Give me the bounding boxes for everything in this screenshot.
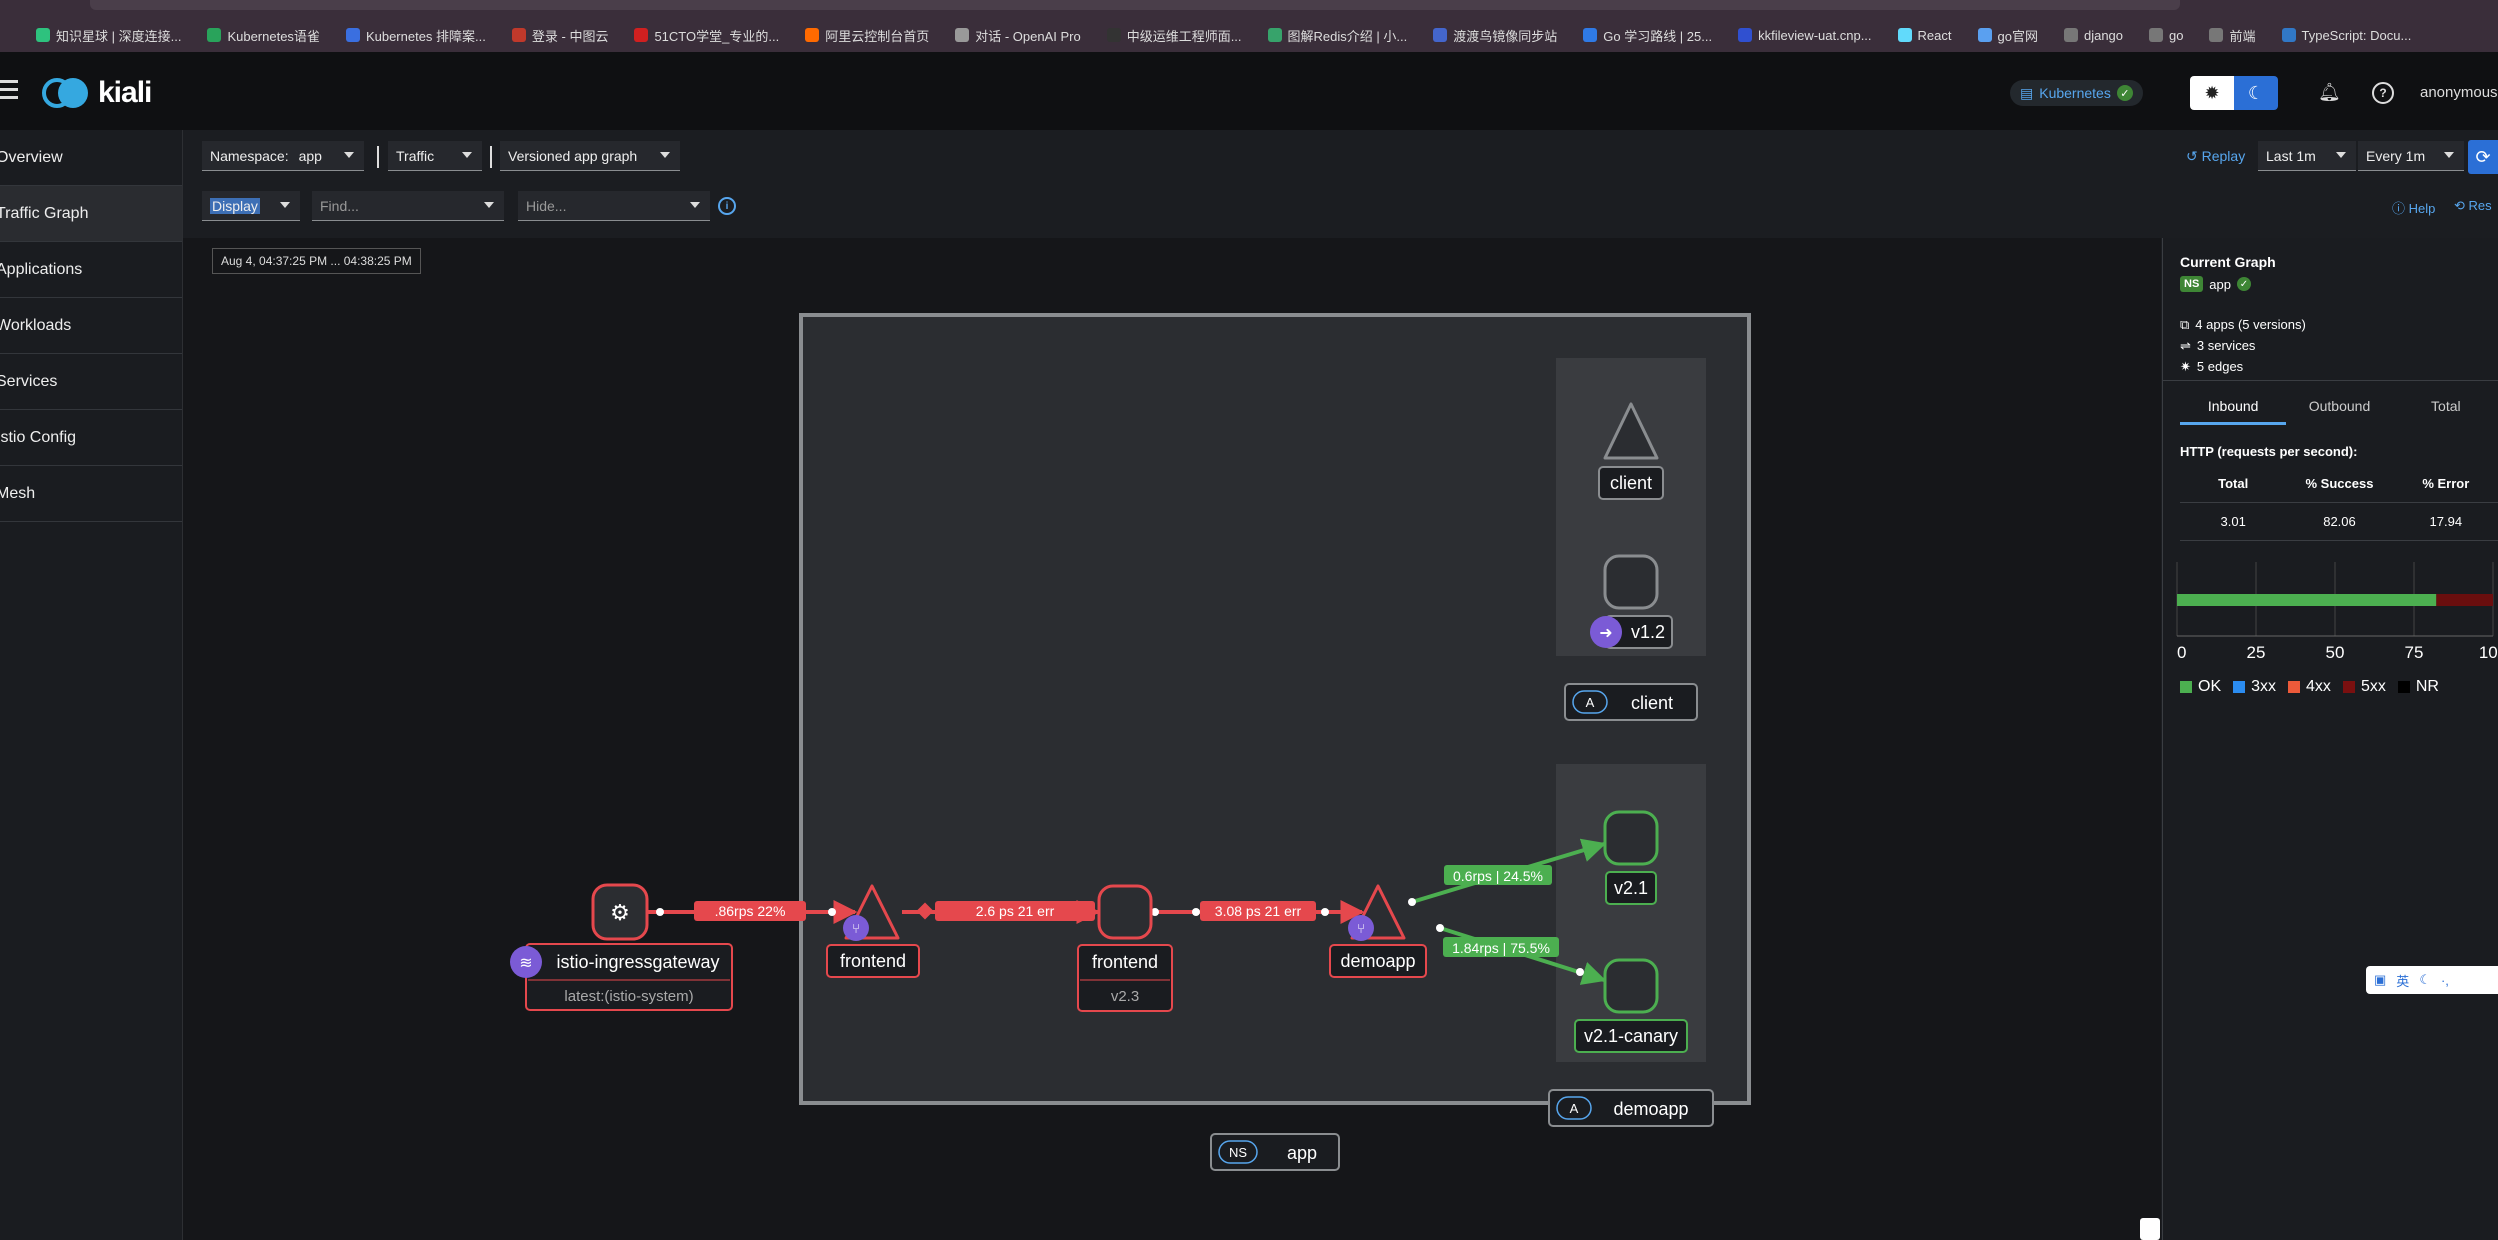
tab-total[interactable]: Total	[2393, 390, 2498, 425]
stat-text: 5 edges	[2196, 359, 2244, 374]
ime-toolbar[interactable]: ▣ 英 ☾ ·,	[2366, 966, 2498, 994]
table-cell: 3.01	[2220, 514, 2246, 529]
bar-5xx	[2436, 594, 2493, 606]
ns-badge: NS	[1229, 1145, 1247, 1160]
edge-label: 0.6rps | 24.5%	[1453, 868, 1543, 884]
node-name: frontend	[1092, 952, 1158, 972]
axis-tick-label: 75	[2405, 643, 2424, 662]
chart-legend: OK 3xx 4xx 5xx NR	[2180, 678, 2439, 696]
node-name: v1.2	[1631, 622, 1665, 642]
apps-icon: ⧉	[2180, 316, 2190, 332]
legend-label: OK	[2198, 678, 2222, 695]
ns-name: app	[1287, 1143, 1317, 1163]
summary-panel: Current Graph NS app ✓ ⧉ 4 apps (5 versio…	[2162, 238, 2498, 1240]
app-name: client	[1631, 693, 1673, 713]
bar-ok	[2177, 594, 2437, 606]
virtual-service-icon: ⑂	[852, 922, 860, 937]
legend-item: 5xx	[2342, 678, 2386, 696]
punctuation-icon: ·,	[2440, 972, 2449, 988]
axis-tick-label: 25	[2247, 643, 2266, 662]
table-cell: 82.06	[2323, 514, 2356, 529]
panel-namespace[interactable]: NS app ✓	[2180, 276, 2251, 292]
edge-label: .86rps 22%	[715, 903, 786, 919]
column-header: Total	[2218, 476, 2249, 491]
panel-tabs: Inbound Outbound Total	[2180, 390, 2498, 425]
app-label-demoapp[interactable]: A demoapp	[1548, 1089, 1714, 1127]
edge-label: 2.6 ps 21 err	[976, 903, 1055, 919]
node-name: v2.1-canary	[1584, 1026, 1678, 1046]
check-icon: ✓	[2236, 277, 2251, 291]
edges-icon: ✷	[2180, 358, 2191, 374]
legend-swatch	[2342, 681, 2355, 693]
ns-name: app	[2209, 276, 2231, 292]
tab-inbound[interactable]: Inbound	[2180, 390, 2287, 425]
table-cell: 17.94	[2429, 514, 2463, 529]
node-version: latest:(istio-system)	[564, 988, 693, 1005]
legend-item: OK	[2180, 678, 2221, 696]
legend-label: NR	[2415, 678, 2439, 695]
zoom-control[interactable]	[2140, 1218, 2160, 1240]
app-badge: A	[1586, 695, 1595, 710]
node-version: v2.3	[1111, 988, 1139, 1005]
legend-label: 4xx	[2306, 678, 2331, 695]
traffic-graph: NS app A client A demoapp .86rps 22% 2.6…	[510, 313, 1751, 1171]
axis-tick-label: 100	[2479, 643, 2498, 662]
http-table-header: Total % Success % Error	[2180, 476, 2498, 491]
namespace-label-box[interactable]: NS app	[1210, 1133, 1340, 1171]
legend-item: 4xx	[2288, 678, 2331, 696]
edge-label: 3.08 ps 21 err	[1215, 903, 1302, 919]
node-demoapp-v21[interactable]: v2.1	[1603, 810, 1659, 905]
stat-text: 4 apps (5 versions)	[2195, 317, 2306, 332]
gateway-icon: ⚙	[610, 901, 630, 926]
column-header: % Error	[2422, 476, 2470, 491]
virtual-service-icon: ⑂	[1357, 922, 1365, 937]
panel-title: Current Graph	[2180, 254, 2276, 270]
legend-item: 3xx	[2233, 678, 2276, 696]
app-label-client[interactable]: A client	[1564, 683, 1698, 721]
app-box-demoapp[interactable]	[1556, 764, 1706, 1062]
node-name: v2.1	[1614, 878, 1648, 898]
ns-badge: NS	[2180, 276, 2204, 292]
legend-swatch	[2288, 681, 2301, 693]
app-name: demoapp	[1613, 1099, 1688, 1119]
node-name: istio-ingressgateway	[556, 952, 719, 972]
column-header: % Success	[2305, 476, 2374, 491]
http-table-row: 3.01 82.06 17.94	[2180, 514, 2498, 529]
ime-logo-icon: ▣	[2374, 972, 2387, 987]
legend-swatch	[2180, 681, 2192, 693]
legend-item: NR	[2397, 678, 2439, 696]
legend-label: 5xx	[2360, 678, 2386, 695]
panel-stats: ⧉ 4 apps (5 versions) ⇌ 3 services ✷ 5 edges	[2180, 314, 2306, 377]
http-bar-chart: 0 25 50 75 100	[2176, 562, 2498, 662]
axis-tick-label: 50	[2326, 643, 2345, 662]
node-name: demoapp	[1340, 951, 1415, 971]
moon-icon: ☾	[2419, 972, 2431, 987]
legend-swatch	[2233, 681, 2246, 693]
node-name: frontend	[840, 951, 906, 971]
app-badge: A	[1570, 1101, 1579, 1116]
stat-text: 3 services	[2196, 338, 2256, 353]
axis-tick-label: 0	[2177, 643, 2186, 662]
legend-swatch	[2397, 681, 2410, 693]
legend-label: 3xx	[2251, 678, 2277, 695]
tab-outbound[interactable]: Outbound	[2286, 390, 2392, 425]
node-name: client	[1610, 473, 1652, 493]
arrow-circle-icon: ➜	[1599, 623, 1612, 642]
istio-icon: ≋	[519, 953, 532, 972]
stat-row: ⧉ 4 apps (5 versions)	[2180, 314, 2306, 335]
edge-label: 1.84rps | 75.5%	[1452, 940, 1550, 956]
stat-row: ⇌ 3 services	[2180, 335, 2306, 356]
http-title: HTTP (requests per second):	[2180, 444, 2358, 459]
stat-row: ✷ 5 edges	[2180, 356, 2306, 377]
services-icon: ⇌	[2180, 337, 2191, 353]
ime-language: 英	[2396, 973, 2410, 989]
